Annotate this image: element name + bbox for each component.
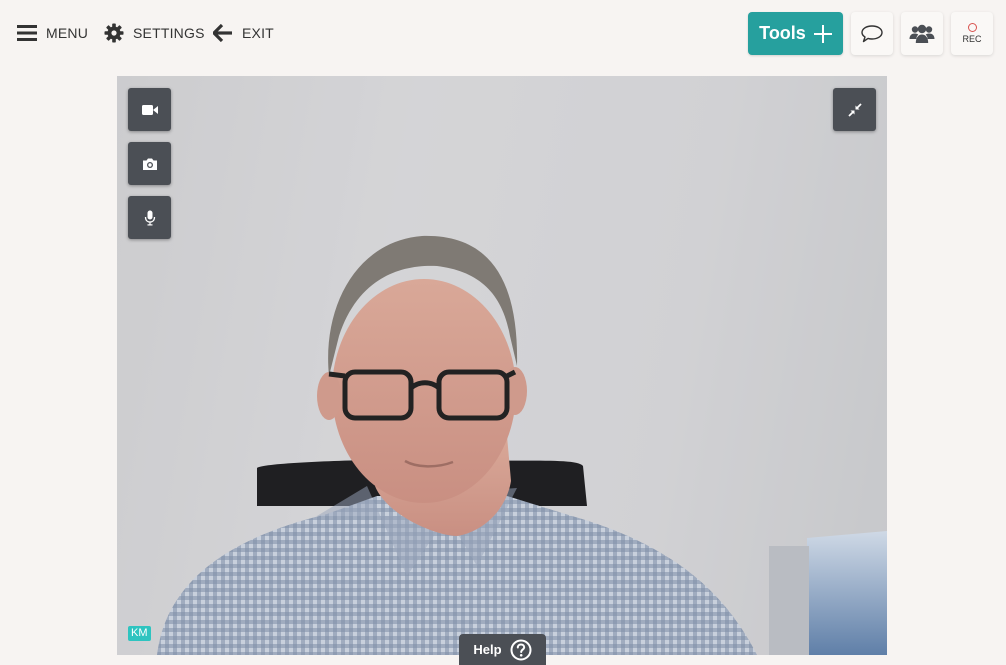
arrow-left-icon xyxy=(213,24,232,42)
toggle-microphone-button[interactable] xyxy=(128,196,171,239)
toggle-video-button[interactable] xyxy=(128,88,171,131)
participants-button[interactable] xyxy=(901,12,943,55)
users-icon xyxy=(909,24,935,43)
chat-button[interactable] xyxy=(851,12,893,55)
help-button[interactable]: Help xyxy=(459,634,546,665)
settings-button[interactable]: SETTINGS xyxy=(104,20,205,46)
chat-bubble-icon xyxy=(861,24,883,42)
menu-label: MENU xyxy=(46,25,89,41)
camera-icon xyxy=(142,158,157,170)
menu-button[interactable]: MENU xyxy=(17,20,88,46)
question-circle-icon xyxy=(510,639,532,660)
minimize-video-button[interactable] xyxy=(833,88,876,131)
gear-icon xyxy=(104,23,124,43)
snapshot-button[interactable] xyxy=(128,142,171,185)
tools-button[interactable]: Tools xyxy=(748,12,843,55)
top-toolbar: MENU SETTINGS EXIT Tools REC xyxy=(0,0,1006,66)
plus-icon xyxy=(813,24,832,43)
settings-label: SETTINGS xyxy=(133,25,205,41)
help-label: Help xyxy=(473,642,502,657)
tools-label: Tools xyxy=(759,23,806,43)
record-dot-icon xyxy=(967,23,977,32)
microphone-icon xyxy=(144,210,155,225)
record-label: REC xyxy=(962,34,982,44)
exit-label: EXIT xyxy=(242,25,274,41)
minimize-icon xyxy=(847,102,862,117)
record-button[interactable]: REC xyxy=(951,12,993,55)
exit-button[interactable]: EXIT xyxy=(213,20,274,46)
video-camera-icon xyxy=(141,104,158,115)
participant-video-image xyxy=(117,76,887,655)
participant-initials-badge: KM xyxy=(128,626,151,641)
video-feed: KM xyxy=(117,76,887,655)
hamburger-icon xyxy=(17,25,37,41)
